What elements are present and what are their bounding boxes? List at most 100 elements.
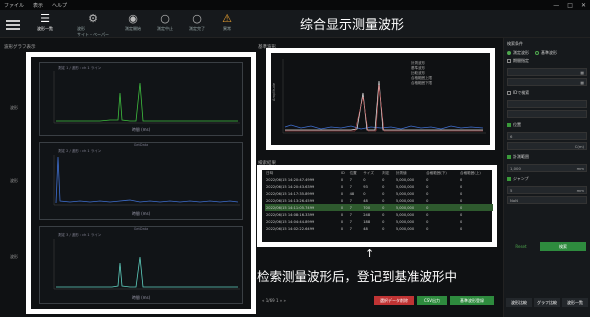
jump-checkbox[interactable]: ジャンプ: [504, 174, 590, 184]
radio-measured[interactable]: 測定波形: [507, 50, 529, 56]
table-cell: 0: [382, 177, 385, 182]
range-checkbox[interactable]: 計測範囲: [504, 152, 590, 162]
range-field[interactable]: 1,000 mm: [507, 164, 587, 172]
circle-icon: ○: [160, 12, 170, 25]
minimize-icon[interactable]: —: [553, 2, 559, 9]
toolbar-complete-button[interactable]: ○ 測定完了: [184, 12, 210, 36]
compare-chart-plot[interactable]: [271, 53, 490, 145]
table-cell: 0: [426, 177, 429, 182]
menu-view[interactable]: 表示: [33, 2, 43, 9]
period-checkbox[interactable]: 期間指定: [504, 56, 590, 66]
table-cell: 7: [348, 204, 363, 211]
delete-selected-button[interactable]: 選択データ削除: [374, 296, 414, 305]
table-cell: 5,000,000: [395, 198, 415, 203]
table-cell: 2022/06/15 14:20:47.4999: [266, 177, 315, 182]
table-cell: 0: [460, 226, 463, 231]
table-cell: 0: [460, 184, 463, 189]
waveform-chart-2[interactable]: GetData 測定 2 / 波形 : ch 1 ライン 時間 (ms): [39, 142, 243, 220]
sort-select[interactable]: NoN: [507, 196, 587, 204]
table-cell: 0: [382, 191, 385, 196]
table-row[interactable]: 2022/06/15 14:11:05.7499 0 7 700 0 5,000,000 0…: [265, 204, 493, 211]
period-start-field[interactable]: ▦: [507, 68, 587, 76]
table-cell: 0: [426, 198, 429, 203]
table-row[interactable]: 2022/06/15 14:17:35.8999 0 48 0 0 5,000,000 0 0: [265, 190, 493, 197]
table-cell: 0: [382, 212, 385, 217]
table-cell: 0: [340, 177, 344, 182]
table-cell: 0: [460, 219, 463, 224]
table-cell: 0: [340, 226, 344, 231]
csv-export-button[interactable]: CSV出力: [417, 296, 447, 305]
table-cell: 0: [426, 191, 429, 196]
menu-help[interactable]: ヘルプ: [52, 2, 67, 9]
table-cell: 5,000,000: [395, 177, 415, 182]
circle-icon: ○: [192, 12, 202, 25]
toolbar-settings-button[interactable]: ⚙ 波形 サイト・ペーパー: [77, 12, 109, 37]
application-window: ファイル 表示 ヘルプ — □ ✕ ☰ 波形一覧 ⚙ 波形 サイト・ペーパー ◉ 測定…: [0, 0, 590, 317]
chart-xlabel: 時間 (ms): [131, 295, 151, 300]
waveform-list-button[interactable]: 波形一覧: [562, 298, 588, 307]
warning-icon: ⚠: [222, 12, 232, 25]
reset-button[interactable]: Reset: [508, 242, 534, 251]
menu-file[interactable]: ファイル: [4, 2, 24, 9]
waveform-chart-3[interactable]: GetData 測定 3 / 波形 : ch 1 ライン 時間 (ms): [39, 226, 243, 304]
table-cell: 2022/06/15 14:02:22.6499: [266, 226, 315, 231]
pagination[interactable]: « 1/69 1 » »: [262, 298, 286, 303]
table-cell: 700: [362, 204, 382, 211]
compare-chart-highlight-box: Amplitude 計測波形 基準波形 比較波形 合格範囲上限 合格範囲下限: [266, 48, 495, 150]
table-cell: 7: [349, 184, 352, 189]
table-cell: 0: [363, 177, 366, 182]
chart-2-series: [55, 156, 239, 204]
table-cell: 0: [460, 191, 463, 196]
toolbar-waveform-list-button[interactable]: ☰ 波形一覧: [32, 12, 58, 36]
maximize-icon[interactable]: □: [567, 2, 573, 9]
table-cell: 2022/06/15 14:04:44.8999: [266, 219, 315, 224]
table-row[interactable]: 2022/06/15 14:02:22.6499 0 7 48 0 5,000,000 0 0: [265, 225, 493, 232]
table-cell: 0: [426, 219, 429, 224]
table-row[interactable]: 2022/06/15 14:08:16.3399 0 7 248 0 5,000,000 0…: [265, 211, 493, 218]
table-cell: 0: [382, 226, 385, 231]
table-cell: 7: [349, 212, 352, 217]
position-checkbox[interactable]: 位置: [504, 120, 590, 130]
table-row[interactable]: 2022/06/15 14:13:26.4599 0 7 48 0 5,000,000 0 0: [265, 197, 493, 204]
jump-field[interactable]: 5 mm: [507, 186, 587, 194]
toolbar: ☰ 波形一覧 ⚙ 波形 サイト・ペーパー ◉ 測定開始 ○ 測定中止 ○ 測定完了 ⚠ 異常: [0, 10, 590, 38]
waveform-chart-1[interactable]: 測定 1 / 波形 : ch 1 ライン 時間 (ms): [39, 62, 243, 136]
radio-reference[interactable]: 基準波形: [535, 50, 557, 56]
hamburger-menu-icon[interactable]: [6, 20, 20, 30]
list-icon: ☰: [40, 12, 50, 25]
table-cell: 93: [363, 184, 368, 189]
unit-select[interactable]: C(m): [507, 142, 587, 150]
play-icon: ◉: [128, 12, 138, 25]
table-cell: 0: [426, 212, 429, 217]
table-cell: 0: [460, 177, 463, 182]
table-cell: 0: [426, 226, 429, 231]
close-icon[interactable]: ✕: [581, 2, 586, 9]
chart-2-plot: [53, 155, 240, 206]
side-label: 波形: [10, 178, 18, 183]
table-row[interactable]: 2022/06/15 14:04:44.8999 0 7 188 0 5,000,000 0…: [265, 218, 493, 225]
menu-bar: ファイル 表示 ヘルプ — □ ✕: [0, 0, 590, 10]
toolbar-start-button[interactable]: ◉ 測定開始: [120, 12, 146, 36]
table-cell: 48: [363, 226, 368, 231]
compare-series-red: [285, 84, 483, 132]
period-end-field[interactable]: ▦: [507, 78, 587, 86]
table-row[interactable]: 2022/06/15 14:20:43.6399 0 7 93 0 5,000,000 0 0: [265, 183, 493, 190]
table-row[interactable]: 2022/06/15 14:20:47.4999 0 7 0 0 5,000,000 0 0: [265, 176, 493, 183]
search-button[interactable]: 検索: [540, 242, 586, 251]
toolbar-stop-button[interactable]: ○ 測定中止: [152, 12, 178, 36]
table-cell: 48: [349, 191, 355, 196]
table-cell: 0: [460, 212, 463, 217]
register-reference-button[interactable]: 基準波形登録: [450, 296, 494, 305]
id-end-field[interactable]: [507, 110, 587, 118]
table-cell: 2022/06/15 14:17:35.8999: [266, 191, 315, 196]
waveform-charts-highlight-box: 測定 1 / 波形 : ch 1 ライン 時間 (ms) GetData 測定 …: [26, 52, 256, 314]
toolbar-error-button[interactable]: ⚠ 異常: [214, 12, 240, 36]
id-start-field[interactable]: [507, 100, 587, 108]
table-cell: 5,000,000: [395, 212, 415, 217]
position-field[interactable]: 6: [507, 132, 587, 140]
graph-compare-button[interactable]: グラフ比較: [534, 298, 560, 307]
table-cell: 2022/06/15 14:20:43.6399: [266, 184, 315, 189]
table-cell: 7: [349, 177, 352, 182]
waveform-compare-button[interactable]: 波形比較: [506, 298, 532, 307]
id-search-checkbox[interactable]: IDで検索: [504, 88, 590, 98]
